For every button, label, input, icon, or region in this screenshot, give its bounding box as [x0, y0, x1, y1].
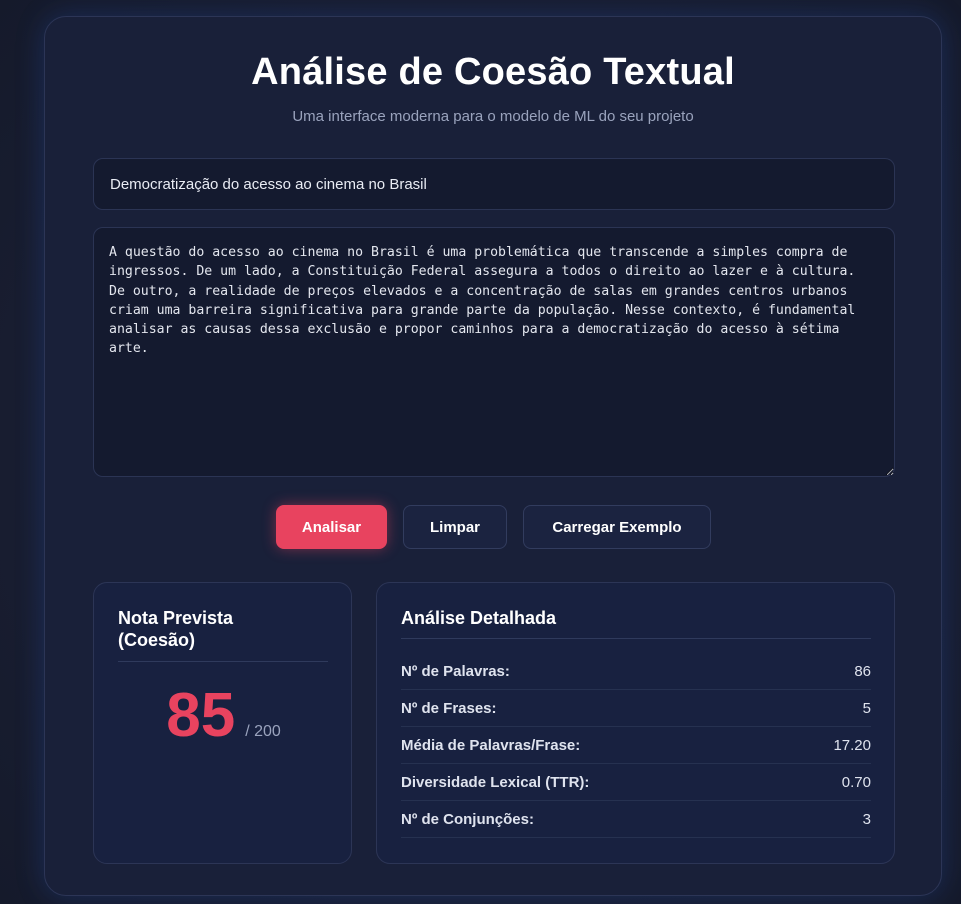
load-example-button[interactable]: Carregar Exemplo — [523, 505, 711, 549]
score-value: 85 — [166, 681, 236, 750]
main-card: Análise de Coesão Textual Uma interface … — [44, 16, 942, 896]
score-max: / 200 — [245, 723, 281, 740]
essay-title-input[interactable] — [93, 158, 895, 210]
analyze-button[interactable]: Analisar — [276, 505, 387, 549]
stat-value: 86 — [854, 663, 871, 680]
stat-value: 17.20 — [833, 737, 871, 754]
stat-label: Nº de Frases: — [401, 700, 497, 717]
stats-list: Nº de Palavras: 86 Nº de Frases: 5 Média… — [401, 654, 871, 839]
page: Análise de Coesão Textual Uma interface … — [0, 0, 961, 904]
score-display: 85 / 200 — [94, 681, 353, 751]
stat-label: Nº de Palavras: — [401, 663, 510, 680]
stat-row-word-count: Nº de Palavras: 86 — [401, 654, 871, 690]
page-subtitle: Uma interface moderna para o modelo de M… — [292, 108, 694, 125]
stat-row-words-per-sentence: Média de Palavras/Frase: 17.20 — [401, 728, 871, 764]
stat-row-lexical-diversity: Diversidade Lexical (TTR): 0.70 — [401, 765, 871, 801]
clear-button[interactable]: Limpar — [403, 505, 507, 549]
stat-value: 3 — [862, 811, 871, 828]
detail-panel: Análise Detalhada Nº de Palavras: 86 Nº … — [376, 582, 895, 864]
score-heading: Nota Prevista (Coesão) — [118, 608, 234, 650]
page-title: Análise de Coesão Textual — [251, 51, 735, 93]
stat-value: 5 — [862, 700, 871, 717]
stat-row-sentence-count: Nº de Frases: 5 — [401, 691, 871, 727]
stat-label: Média de Palavras/Frase: — [401, 737, 581, 754]
stat-label: Nº de Conjunções: — [401, 811, 534, 828]
stat-row-conjunction-count: Nº de Conjunções: 3 — [401, 802, 871, 838]
score-divider — [118, 661, 328, 662]
detail-divider — [401, 638, 871, 639]
stat-label: Diversidade Lexical (TTR): — [401, 774, 590, 791]
score-panel: Nota Prevista (Coesão) 85 / 200 — [93, 582, 352, 864]
essay-text-area[interactable]: A questão do acesso ao cinema no Brasil … — [93, 227, 895, 477]
detail-heading: Análise Detalhada — [401, 608, 557, 628]
stat-value: 0.70 — [841, 774, 871, 791]
